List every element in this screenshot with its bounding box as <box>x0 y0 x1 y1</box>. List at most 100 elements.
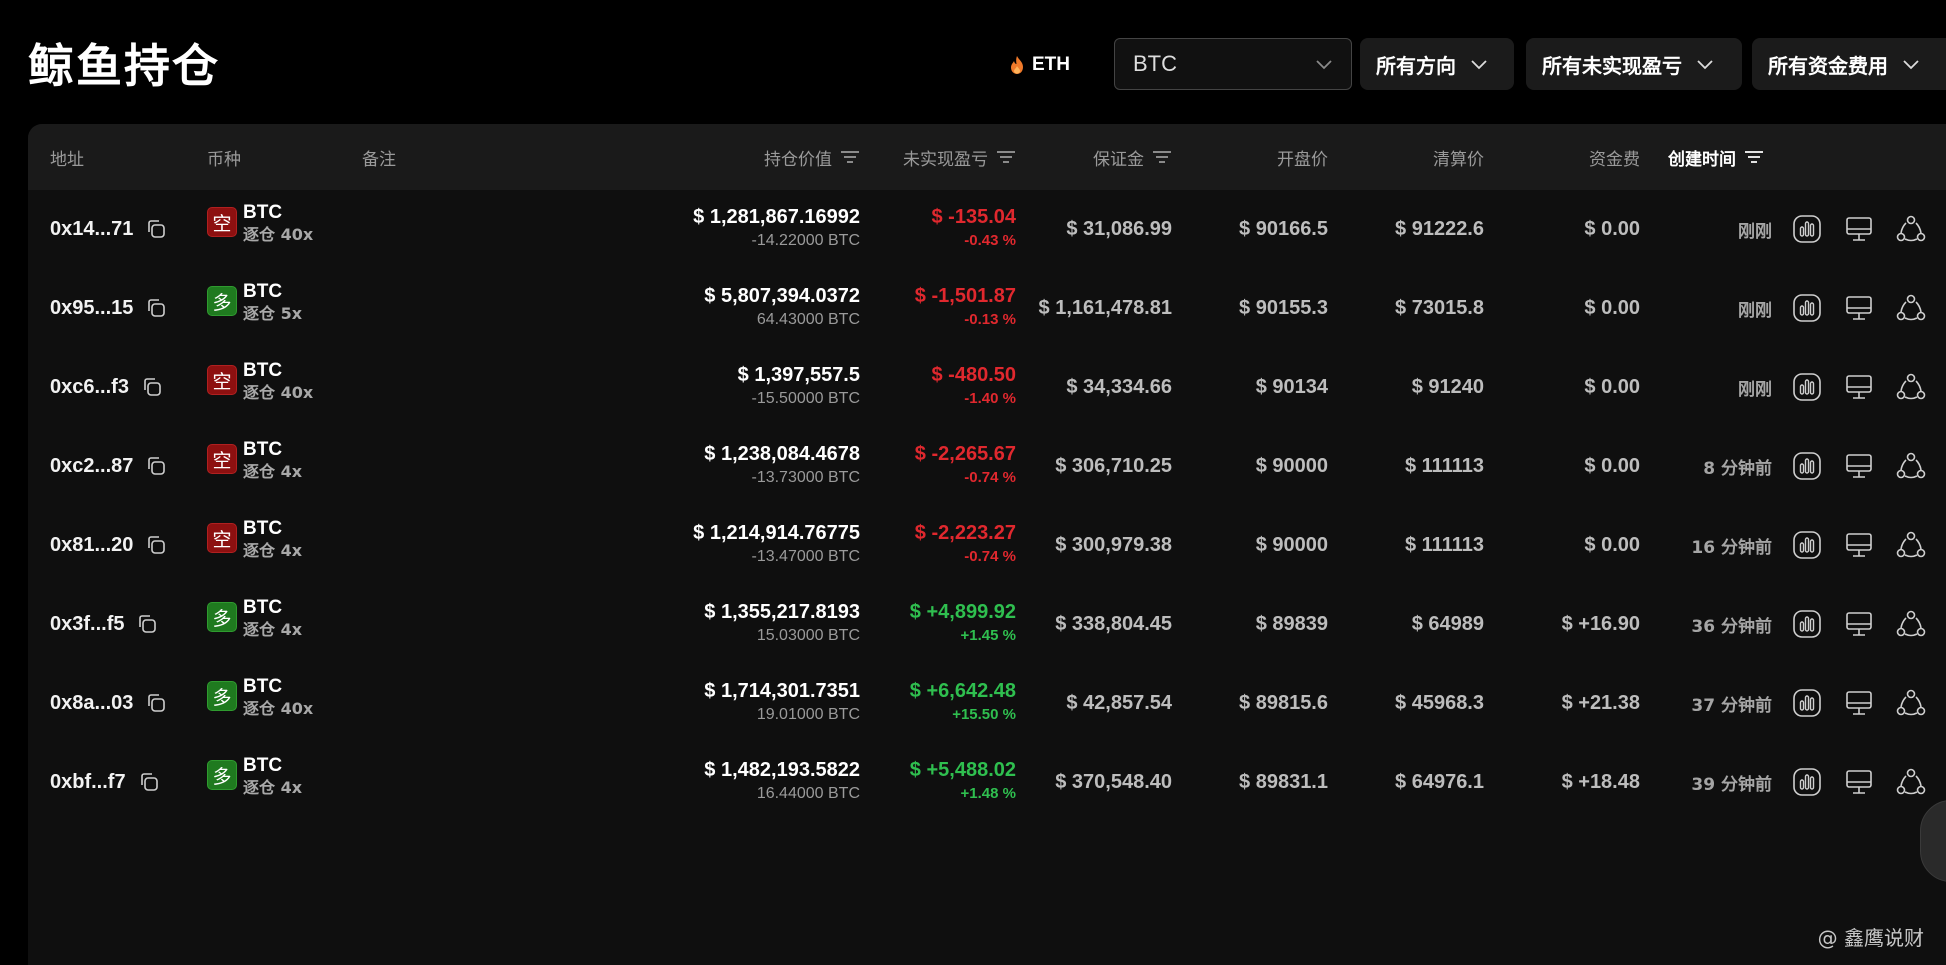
monitor-icon[interactable] <box>1842 449 1876 483</box>
unrealized-pnl-percent: -0.13 % <box>964 311 1016 328</box>
col-liq-price-label: 清算价 <box>1433 149 1484 170</box>
coin-symbol: BTC <box>243 360 283 381</box>
col-position-value-label: 持仓价值 <box>764 149 832 170</box>
unrealized-pnl-percent: +15.50 % <box>952 706 1016 723</box>
chevron-down-icon <box>1316 60 1332 70</box>
direction-badge: 多 <box>207 681 237 711</box>
whale-positions-table: 地址 币种 备注 持仓价值 未实现盈亏 保证金 开盘价 清算价 资金费 创建时间… <box>28 124 1946 965</box>
chart-icon[interactable] <box>1790 686 1824 720</box>
chevron-down-icon <box>1697 60 1713 70</box>
unrealized-pnl-value: $ -2,265.67 <box>914 443 1016 465</box>
coin-symbol: BTC <box>243 597 283 618</box>
copy-icon[interactable] <box>145 455 167 477</box>
funding-dropdown[interactable]: 所有资金费用 <box>1752 38 1946 90</box>
chart-icon[interactable] <box>1790 528 1824 562</box>
chart-icon[interactable] <box>1790 291 1824 325</box>
direction-badge: 空 <box>207 444 237 474</box>
unrealized-pnl-value: $ -135.04 <box>931 206 1016 228</box>
unrealized-pnl-percent: +1.48 % <box>960 785 1016 802</box>
share-network-icon[interactable] <box>1894 686 1928 720</box>
position-value-cell: $ 1,482,193.5822 16.44000 BTC <box>704 757 860 805</box>
copy-icon[interactable] <box>136 613 158 635</box>
monitor-icon[interactable] <box>1842 291 1876 325</box>
unrealized-pnl-value: $ +6,642.48 <box>909 680 1016 702</box>
sort-filter-icon[interactable] <box>996 150 1016 164</box>
copy-icon[interactable] <box>145 218 167 240</box>
unrealized-pnl-value: $ -480.50 <box>931 364 1016 386</box>
position-value-cell: $ 1,281,867.16992 -14.22000 BTC <box>693 204 860 252</box>
wallet-address[interactable]: 0xc2...87 <box>50 455 133 478</box>
eth-filter-chip[interactable]: ETH <box>1010 50 1070 80</box>
monitor-icon[interactable] <box>1842 528 1876 562</box>
funding-dropdown-label: 所有资金费用 <box>1768 53 1888 78</box>
position-value-cell: $ 5,807,394.0372 64.43000 BTC <box>704 283 860 331</box>
wallet-address[interactable]: 0xc6...f3 <box>50 376 129 399</box>
wallet-address[interactable]: 0x95...15 <box>50 297 133 320</box>
monitor-icon[interactable] <box>1842 607 1876 641</box>
unrealized-pnl-value: $ +4,899.92 <box>909 601 1016 623</box>
unrealized-pnl-cell: $ +5,488.02 +1.48 % <box>910 757 1016 805</box>
unrealized-pnl-percent: -0.43 % <box>964 232 1016 249</box>
copy-icon[interactable] <box>138 771 160 793</box>
wallet-address[interactable]: 0x3f...f5 <box>50 613 124 636</box>
funding-value: $ +18.48 <box>1561 770 1640 793</box>
sort-filter-icon[interactable] <box>1152 150 1172 164</box>
col-address-label: 地址 <box>50 149 84 170</box>
chart-icon[interactable] <box>1790 212 1824 246</box>
wallet-address[interactable]: 0x81...20 <box>50 534 133 557</box>
copy-icon[interactable] <box>145 534 167 556</box>
watermark: @ 鑫鹰说财 <box>1818 922 1924 951</box>
share-network-icon[interactable] <box>1894 212 1928 246</box>
position-value-cell: $ 1,355,217.8193 15.03000 BTC <box>704 599 860 647</box>
unrealized-pnl-cell: $ -1,501.87 -0.13 % <box>915 283 1016 331</box>
address-cell[interactable]: 0xbf...f7 <box>50 733 160 831</box>
unrealized-pnl-value: $ +5,488.02 <box>909 759 1016 781</box>
col-coin-label: 币种 <box>207 149 241 170</box>
share-network-icon[interactable] <box>1894 291 1928 325</box>
margin-mode-leverage: 逐仓 4x <box>243 778 303 797</box>
share-network-icon[interactable] <box>1894 765 1928 799</box>
monitor-icon[interactable] <box>1842 212 1876 246</box>
coin-select[interactable]: BTC <box>1114 38 1352 90</box>
wallet-address[interactable]: 0xbf...f7 <box>50 771 126 794</box>
position-value: $ 1,238,084.4678 <box>704 443 860 465</box>
pnl-dropdown[interactable]: 所有未实现盈亏 <box>1526 38 1742 90</box>
direction-dropdown[interactable]: 所有方向 <box>1360 38 1514 90</box>
chart-icon[interactable] <box>1790 449 1824 483</box>
col-entry-price-label: 开盘价 <box>1277 149 1328 170</box>
coin-symbol: BTC <box>243 202 283 223</box>
col-unrealized-pnl-label: 未实现盈亏 <box>903 149 988 170</box>
table-row[interactable]: 0xbf...f7 多 BTC 逐仓 4x $ 1,482,193.5822 1… <box>28 733 1946 831</box>
copy-icon[interactable] <box>141 376 163 398</box>
monitor-icon[interactable] <box>1842 686 1876 720</box>
unrealized-pnl-percent: -0.74 % <box>964 469 1016 486</box>
monitor-icon[interactable] <box>1842 765 1876 799</box>
share-network-icon[interactable] <box>1894 607 1928 641</box>
position-value-cell: $ 1,714,301.7351 19.01000 BTC <box>704 678 860 726</box>
unrealized-pnl-cell: $ -135.04 -0.43 % <box>931 204 1016 252</box>
copy-icon[interactable] <box>145 297 167 319</box>
sort-filter-icon[interactable] <box>1744 150 1764 164</box>
wallet-address[interactable]: 0x14...71 <box>50 218 133 241</box>
chart-icon[interactable] <box>1790 765 1824 799</box>
chart-icon[interactable] <box>1790 370 1824 404</box>
share-network-icon[interactable] <box>1894 449 1928 483</box>
wallet-address[interactable]: 0x8a...03 <box>50 692 133 715</box>
coin-symbol: BTC <box>243 518 283 539</box>
sort-filter-icon[interactable] <box>840 150 860 164</box>
coin-cell: 多 BTC 逐仓 40x <box>207 676 313 720</box>
unrealized-pnl-value: $ -1,501.87 <box>914 285 1016 307</box>
chart-icon[interactable] <box>1790 607 1824 641</box>
flame-icon <box>1011 56 1023 74</box>
chevron-down-icon <box>1471 60 1487 70</box>
copy-icon[interactable] <box>145 692 167 714</box>
monitor-icon[interactable] <box>1842 370 1876 404</box>
unrealized-pnl-percent: -1.40 % <box>964 390 1016 407</box>
share-network-icon[interactable] <box>1894 370 1928 404</box>
unrealized-pnl-cell: $ -2,223.27 -0.74 % <box>915 520 1016 568</box>
coin-symbol: BTC <box>243 439 283 460</box>
margin-mode-leverage: 逐仓 4x <box>243 620 303 639</box>
unrealized-pnl-value: $ -2,223.27 <box>914 522 1016 544</box>
share-network-icon[interactable] <box>1894 528 1928 562</box>
pnl-dropdown-label: 所有未实现盈亏 <box>1542 53 1682 78</box>
